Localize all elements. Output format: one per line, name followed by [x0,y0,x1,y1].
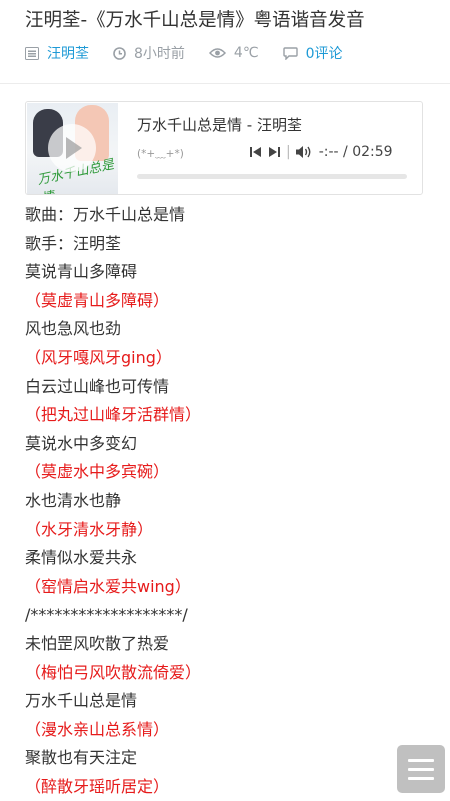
next-icon[interactable] [268,146,280,158]
album-cover: 万水千山总是情 [27,103,118,194]
lyric-line: 风也急风也劲 [25,319,122,339]
author-link[interactable]: 汪明荃 [47,43,89,63]
comments-link[interactable]: 0评论 [306,43,343,63]
clock-icon [113,46,126,60]
track-subtitle: (*+﹏+*) [137,148,184,160]
previous-icon[interactable] [250,146,262,158]
progress-bar[interactable] [137,174,407,179]
meta-author[interactable]: 汪明荃 [25,43,89,63]
lyric-pronunciation: （风牙嘎风牙ging） [25,347,172,367]
lyric-line: 莫说青山多障碍 [25,262,138,282]
lyric-pronunciation: （漫水亲山总系情） [25,719,170,739]
lyric-line: /*******************/ [25,605,188,625]
eye-icon [208,47,226,59]
article-meta: 汪明荃 8小时前 4℃ 0评论 [25,42,435,64]
header-divider [0,83,450,84]
audio-player: 万水千山总是情 万水千山总是情 - 汪明荃 (*+﹏+*) | -:-- / 0… [25,101,423,195]
lyric-line: 歌曲：万水千山总是情 [25,205,186,224]
lyric-line: 未怕罡风吹散了热爱 [25,633,170,653]
hamburger-menu-icon[interactable] [397,745,445,793]
lyric-line: 柔情似水爱共永 [25,548,138,568]
lyric-pronunciation: （醉散牙瑶听居定） [25,776,170,796]
controls-separator: | [286,144,291,160]
meta-temp: 4℃ [208,45,259,61]
lyric-pronunciation: （窑情启水爱共wing） [25,576,191,596]
meta-comments[interactable]: 0评论 [282,43,343,63]
lyric-pronunciation: （梅怕弓风吹散流倚爱） [25,662,202,682]
play-icon[interactable] [48,124,96,172]
post-time: 8小时前 [134,46,185,62]
article-icon [25,46,39,60]
lyric-pronunciation: （莫虚水中多宾碗） [25,462,170,482]
lyric-line: 莫说水中多变幻 [25,433,138,453]
lyric-pronunciation: （水牙清水牙静） [25,519,154,539]
lyric-line: 聚散也有天注定 [25,748,138,768]
lyrics-content: 歌曲：万水千山总是情 歌手：汪明荃 莫说青山多障碍 （莫虚青山多障碍） 风也急风也劲 （风… [25,201,435,801]
comment-icon [282,46,298,60]
lyric-line: 万水千山总是情 [25,691,138,711]
lyric-pronunciation: （把丸过山峰牙活群情） [25,405,202,425]
page-title: 汪明荃-《万水千山总是情》粤语谐音发音 [25,10,365,31]
lyric-line: 水也清水也静 [25,490,122,510]
lyric-line: 白云过山峰也可传情 [25,376,170,396]
volume-icon[interactable] [295,145,313,159]
temperature-value: 4℃ [233,45,259,61]
playback-time: -:-- / 02:59 [318,144,393,160]
lyric-pronunciation: （莫虚青山多障碍） [25,290,170,310]
lyric-line: 歌手：汪明荃 [25,233,122,253]
player-controls: | -:-- / 02:59 [250,141,393,163]
meta-time: 8小时前 [113,43,185,63]
track-title: 万水千山总是情 - 汪明荃 [137,116,302,134]
